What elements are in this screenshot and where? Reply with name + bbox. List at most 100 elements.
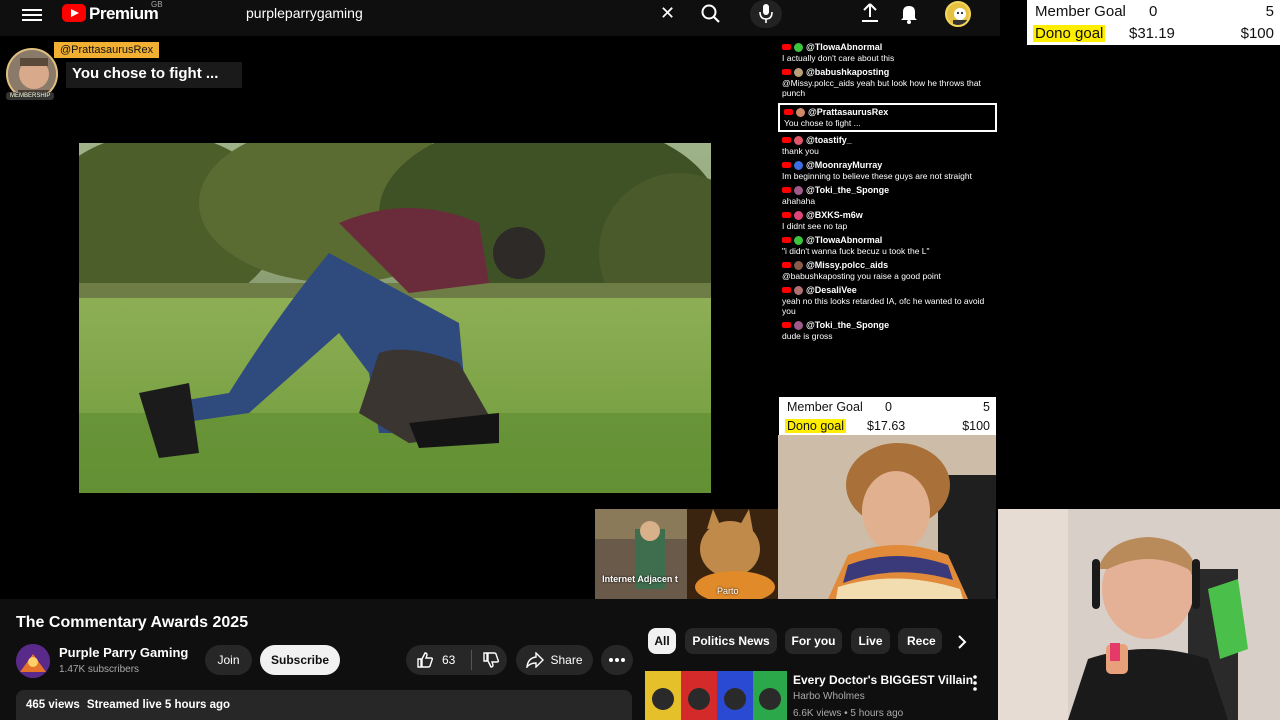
super-chat-text: You chose to fight ... bbox=[66, 62, 242, 88]
upload-icon[interactable] bbox=[860, 2, 880, 24]
chat-text: @babushkaposting you raise a good point bbox=[782, 271, 941, 281]
youtube-logo-icon[interactable] bbox=[62, 4, 86, 22]
chat-author: @TIowaAbnormal bbox=[782, 235, 994, 245]
chat-author-name: @PrattasaurusRex bbox=[808, 107, 889, 117]
chat-author: @Toki_the_Sponge bbox=[782, 320, 994, 330]
chat-avatar bbox=[794, 185, 803, 195]
youtube-icon bbox=[782, 187, 791, 193]
streamer-webcam-small bbox=[778, 435, 996, 599]
join-button[interactable]: Join bbox=[205, 645, 252, 675]
dono-goal-target: $100 bbox=[1240, 25, 1274, 43]
chat-text: I actually don't care about this bbox=[782, 53, 895, 63]
youtube-icon bbox=[782, 162, 791, 168]
youtube-icon bbox=[782, 69, 791, 75]
chat-text: thank you bbox=[782, 146, 819, 156]
chat-message: @Toki_the_Sponge ahahaha bbox=[778, 184, 997, 209]
video-clip-cat: Internet Adjacen t Parto bbox=[595, 509, 778, 599]
chip-all[interactable]: All bbox=[648, 628, 676, 654]
chat-author-name: @Missy.polcc_aids bbox=[806, 260, 889, 270]
chat-text: "i didn't wanna fuck becuz u took the L" bbox=[782, 246, 930, 256]
bell-icon[interactable] bbox=[898, 2, 920, 24]
chat-author-name: @Toki_the_Sponge bbox=[806, 185, 890, 195]
subscribe-button[interactable]: Subscribe bbox=[260, 645, 340, 675]
more-vert-icon[interactable] bbox=[968, 674, 982, 692]
chat-author: @Missy.polcc_aids bbox=[782, 260, 994, 270]
clip-caption-left: Internet Adjacen t bbox=[602, 574, 678, 584]
search-input-value[interactable]: purpleparrygaming bbox=[246, 5, 363, 21]
youtube-icon bbox=[782, 262, 791, 268]
membership-badge: MEMBERSHIP bbox=[6, 92, 55, 100]
stream-goal-overlay: Member Goal 0 5 Dono goal $31.19 $100 bbox=[1027, 0, 1280, 45]
thumbs-up-icon[interactable] bbox=[416, 651, 434, 669]
more-vert-icon[interactable] bbox=[601, 645, 633, 675]
like-count[interactable]: 63 bbox=[442, 653, 455, 667]
chat-text: ahahaha bbox=[782, 196, 816, 206]
chat-avatar bbox=[794, 135, 803, 145]
recommendation-title[interactable]: Every Doctor's BIGGEST Villain bbox=[793, 673, 973, 687]
chat-message: @MoonrayMurray Im beginning to believe th… bbox=[778, 159, 997, 184]
stream-goal-overlay-small: Member Goal 0 5 Dono goal $17.63 $100 bbox=[779, 397, 996, 435]
youtube-icon bbox=[782, 287, 791, 293]
hamburger-icon[interactable] bbox=[22, 6, 42, 22]
chat-message: @toastify_ thank you bbox=[778, 134, 997, 159]
chat-avatar bbox=[794, 320, 803, 330]
chat-author-name: @TIowaAbnormal bbox=[806, 42, 883, 52]
youtube-icon bbox=[782, 237, 791, 243]
chat-text: Im beginning to believe these guys are n… bbox=[782, 171, 972, 181]
streamer-webcam-large bbox=[998, 509, 1280, 720]
chat-message: @TIowaAbnormal I actually don't care abou… bbox=[778, 41, 997, 66]
chat-author-name: @TIowaAbnormal bbox=[806, 235, 883, 245]
chat-author: @Toki_the_Sponge bbox=[782, 185, 994, 195]
channel-avatar[interactable] bbox=[16, 644, 50, 678]
chip-live[interactable]: Live bbox=[851, 628, 890, 654]
chat-avatar bbox=[794, 160, 803, 170]
chip-politics-news[interactable]: Politics News bbox=[685, 628, 777, 654]
youtube-icon bbox=[784, 109, 793, 115]
search-icon[interactable] bbox=[694, 0, 728, 28]
chat-author: @DesaliVee bbox=[782, 285, 994, 295]
mic-icon[interactable] bbox=[750, 0, 782, 28]
dono-goal-row: Dono goal $17.63 $100 bbox=[785, 416, 990, 435]
chat-author-name: @DesaliVee bbox=[806, 285, 857, 295]
chat-author-name: @BXKS-m6w bbox=[806, 210, 863, 220]
streamed-time: Streamed live 5 hours ago bbox=[86, 699, 231, 711]
member-goal-current: 0 bbox=[885, 399, 892, 414]
recommendation-channel[interactable]: Harbo Wholmes bbox=[793, 691, 865, 702]
dono-goal-target: $100 bbox=[962, 418, 990, 433]
super-chat-name: @PrattasaurusRex bbox=[54, 42, 160, 58]
chat-author-name: @babushkaposting bbox=[806, 67, 890, 77]
chat-text: yeah no this looks retarded IA, ofc he w… bbox=[782, 296, 985, 316]
chat-author-name: @toastify_ bbox=[806, 135, 852, 145]
view-count: 465 views bbox=[26, 699, 80, 711]
recommendation-thumbnail[interactable] bbox=[645, 671, 787, 720]
youtube-icon bbox=[782, 44, 791, 50]
chip-recent[interactable]: Rece bbox=[898, 628, 942, 654]
chat-author: @TIowaAbnormal bbox=[782, 42, 994, 52]
video-meta: 465 views Streamed live 5 hours ago bbox=[26, 699, 230, 711]
member-goal-row: Member Goal 0 5 bbox=[785, 397, 990, 416]
chat-avatar bbox=[794, 210, 803, 220]
like-dislike-group: 63 bbox=[406, 645, 507, 675]
channel-name[interactable]: Purple Parry Gaming bbox=[59, 645, 188, 660]
youtube-icon bbox=[782, 212, 791, 218]
chat-avatar bbox=[794, 235, 803, 245]
chat-author-name: @Toki_the_Sponge bbox=[806, 320, 890, 330]
chat-avatar bbox=[794, 285, 803, 295]
chip-for-you[interactable]: For you bbox=[785, 628, 842, 654]
share-button[interactable]: Share bbox=[516, 645, 593, 675]
chat-author: @PrattasaurusRex bbox=[784, 107, 991, 117]
chat-text: I didnt see no tap bbox=[782, 221, 848, 231]
close-icon[interactable]: ✕ bbox=[660, 3, 675, 24]
share-label: Share bbox=[550, 653, 583, 667]
account-avatar[interactable] bbox=[945, 1, 971, 27]
thumbs-down-icon[interactable] bbox=[482, 651, 500, 669]
chat-avatar bbox=[796, 107, 805, 117]
chat-author: @MoonrayMurray bbox=[782, 160, 994, 170]
chat-message: @Missy.polcc_aids @babushkaposting you ra… bbox=[778, 259, 997, 284]
video-clip-fight bbox=[79, 143, 711, 493]
chat-message: @PrattasaurusRex You chose to fight ... bbox=[778, 103, 997, 132]
member-goal-current: 0 bbox=[1149, 2, 1158, 20]
chevron-right-icon[interactable] bbox=[952, 632, 972, 652]
brand-label[interactable]: Premium bbox=[89, 4, 159, 24]
chat-text: You chose to fight ... bbox=[784, 118, 861, 128]
